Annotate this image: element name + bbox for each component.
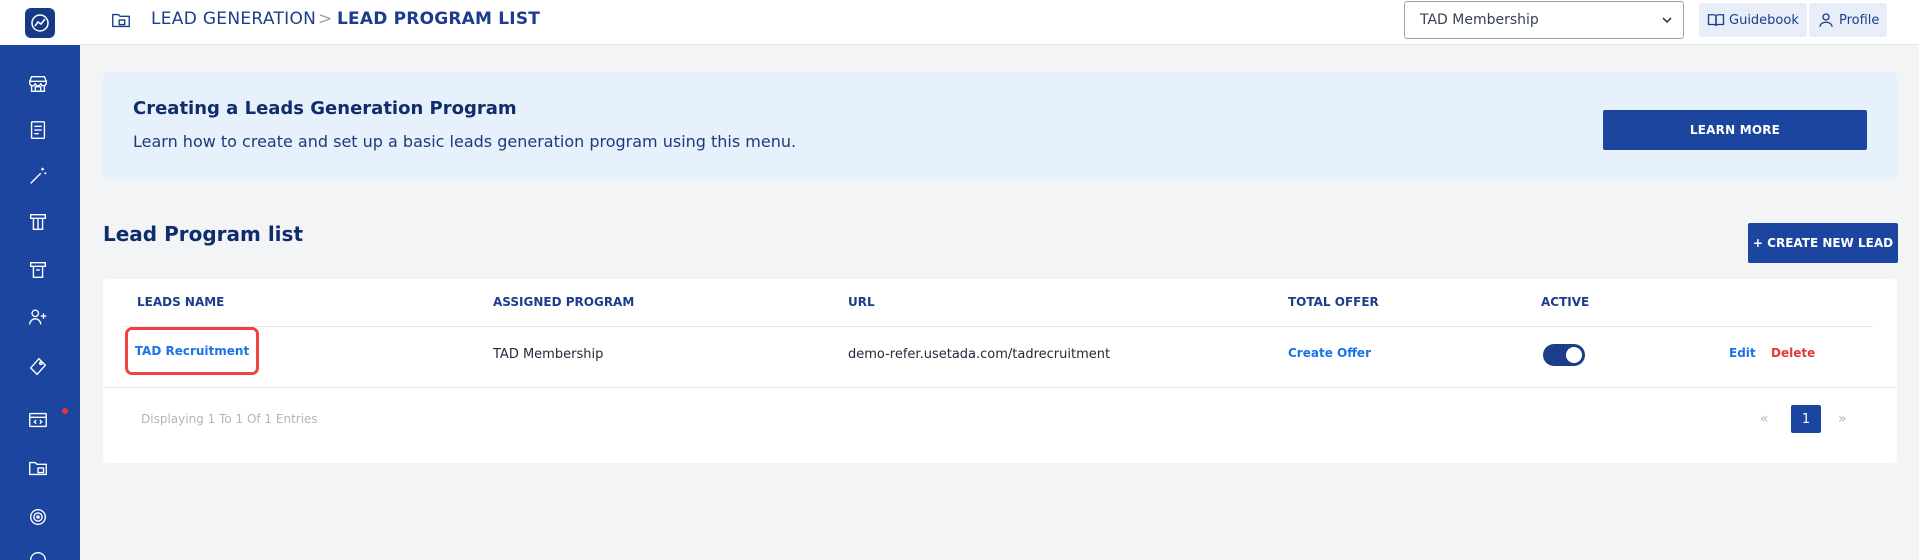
- program-select[interactable]: TAD Membership: [1404, 1, 1684, 39]
- folder-icon[interactable]: [26, 456, 50, 480]
- user-icon: [1819, 13, 1833, 27]
- chevron-down-icon: [1662, 17, 1672, 24]
- logo-chart-icon: [25, 7, 55, 38]
- dashboard-store-icon[interactable]: [26, 72, 50, 96]
- breadcrumb-separator: >: [318, 9, 333, 29]
- sidebar: [0, 0, 80, 560]
- lead-name-highlight: TAD Recruitment: [125, 327, 259, 375]
- create-offer-link[interactable]: Create Offer: [1288, 346, 1371, 360]
- breadcrumb-current: LEAD PROGRAM LIST: [337, 9, 541, 29]
- page-title: Lead Program list: [103, 222, 303, 246]
- app-logo[interactable]: [0, 0, 80, 45]
- voucher-alt-icon[interactable]: [26, 258, 50, 282]
- pagination-current-page[interactable]: 1: [1791, 405, 1821, 433]
- pagination-prev[interactable]: «: [1760, 411, 1769, 427]
- profile-button[interactable]: Profile: [1809, 3, 1888, 37]
- delete-link[interactable]: Delete: [1771, 346, 1815, 360]
- pagination-next[interactable]: »: [1838, 411, 1847, 427]
- header-divider: [123, 326, 1873, 327]
- info-banner: Creating a Leads Generation Program Lear…: [103, 72, 1897, 180]
- lead-name-link[interactable]: TAD Recruitment: [135, 344, 249, 358]
- notification-dot: [62, 408, 68, 414]
- edit-link[interactable]: Edit: [1729, 346, 1756, 360]
- lead-program-table: LEADS NAME ASSIGNED PROGRAM URL TOTAL OF…: [103, 279, 1897, 463]
- banner-description: Learn how to create and set up a basic l…: [133, 132, 797, 151]
- guidebook-button[interactable]: Guidebook: [1699, 3, 1807, 37]
- assigned-program-cell: TAD Membership: [493, 347, 604, 362]
- lead-generation-icon: [110, 9, 132, 31]
- banner-title: Creating a Leads Generation Program: [133, 98, 517, 119]
- column-header-leads-name: LEADS NAME: [137, 295, 225, 309]
- program-select-value: TAD Membership: [1420, 12, 1539, 28]
- target-icon[interactable]: [26, 505, 50, 529]
- user-add-icon[interactable]: [26, 305, 50, 329]
- voucher-icon[interactable]: [26, 210, 50, 234]
- magic-wand-icon[interactable]: [26, 164, 50, 188]
- column-header-url: URL: [848, 295, 875, 309]
- learn-more-button[interactable]: LEARN MORE: [1603, 110, 1867, 150]
- more-icon[interactable]: [26, 548, 50, 560]
- top-bar: LEAD GENERATION > LEAD PROGRAM LIST TAD …: [80, 0, 1919, 45]
- active-toggle[interactable]: [1543, 344, 1585, 366]
- tag-icon[interactable]: [26, 355, 50, 379]
- column-header-active: ACTIVE: [1541, 295, 1590, 309]
- url-cell: demo-refer.usetada.com/tadrecruitment: [848, 347, 1111, 362]
- footer-divider: [103, 387, 1897, 388]
- guidebook-label: Guidebook: [1729, 12, 1799, 28]
- profile-label: Profile: [1839, 12, 1880, 28]
- receipt-icon[interactable]: [26, 118, 50, 142]
- column-header-assigned-program: ASSIGNED PROGRAM: [493, 295, 635, 309]
- toggle-knob: [1566, 347, 1582, 363]
- pagination-summary: Displaying 1 To 1 Of 1 Entries: [141, 412, 318, 426]
- code-window-icon[interactable]: [26, 408, 50, 432]
- create-new-lead-button[interactable]: + CREATE NEW LEAD: [1748, 223, 1898, 263]
- book-icon: [1707, 14, 1725, 27]
- breadcrumb-parent[interactable]: LEAD GENERATION: [151, 9, 316, 29]
- column-header-total-offer: TOTAL OFFER: [1288, 295, 1379, 309]
